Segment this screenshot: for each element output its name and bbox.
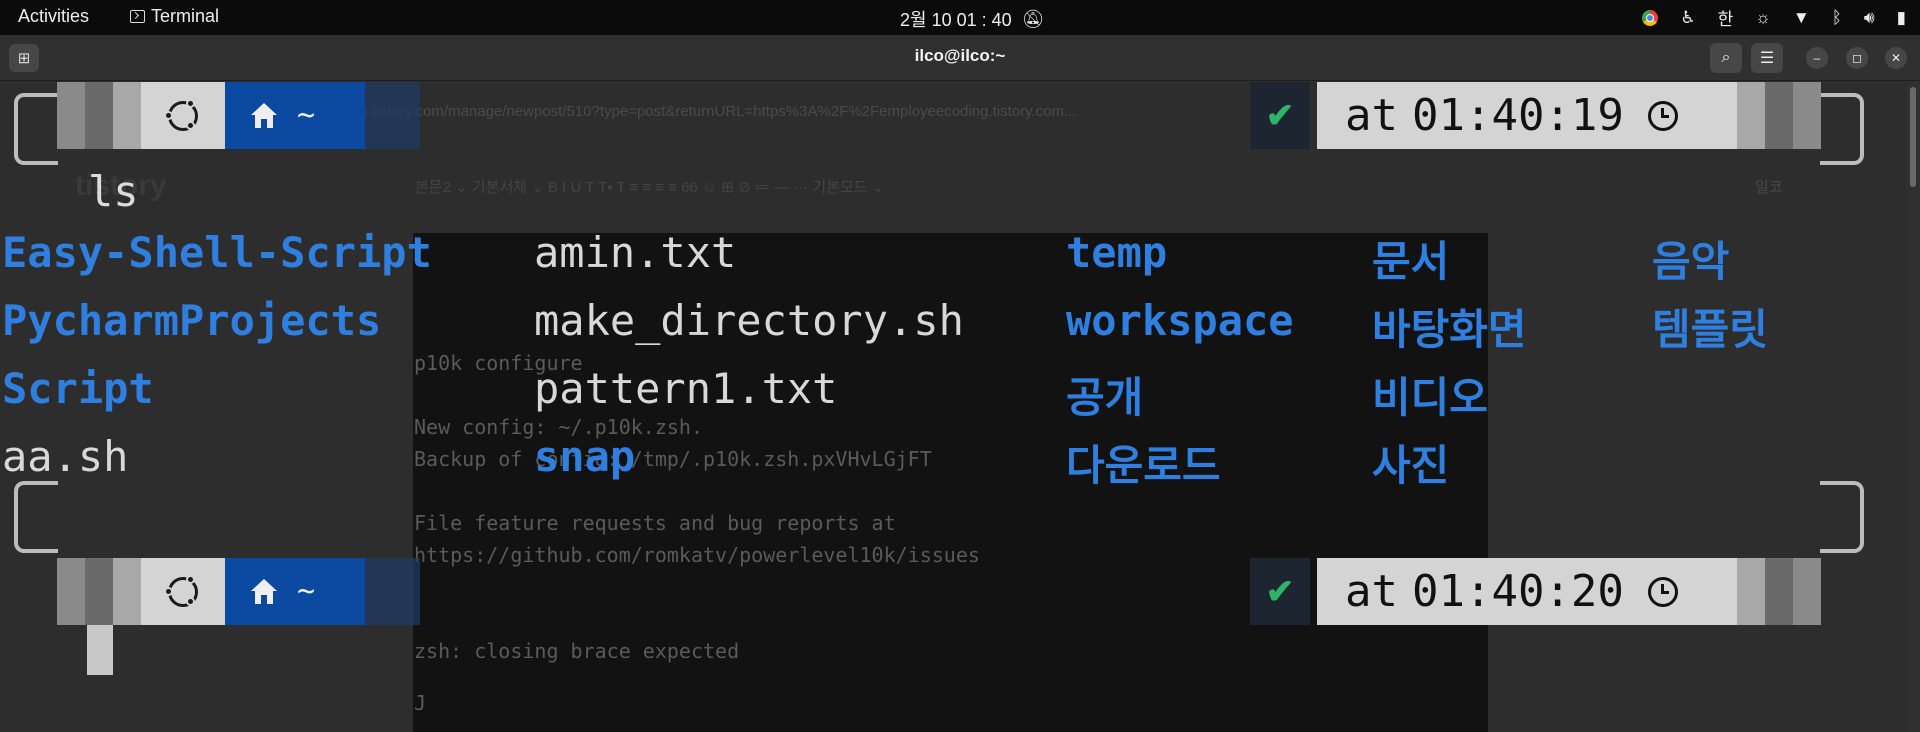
top-bar: Activities Terminal 2월 10 01 : 40 🔕︎ ♿︎ …	[0, 0, 1920, 35]
clock-icon	[1647, 100, 1678, 131]
list-item: snap	[534, 432, 636, 481]
os-segment	[141, 558, 225, 625]
search-button[interactable]: ⌕	[1710, 43, 1742, 73]
list-item: amin.txt	[534, 228, 737, 277]
directory-segment: ~	[225, 558, 365, 625]
close-icon: ✕	[1890, 51, 1902, 65]
background-line: File feature requests and bug reports at	[414, 511, 896, 535]
list-item: 문서	[1372, 237, 1450, 286]
search-icon: ⌕	[1721, 49, 1731, 66]
list-item: Easy-Shell-Script	[2, 228, 432, 277]
wifi-icon: ▼	[1792, 7, 1810, 27]
prompt-frame-right	[1820, 481, 1864, 553]
current-dir: ~	[297, 574, 316, 609]
terminal-body[interactable]: p.tistory.com/manage/newpost/510?type=po…	[0, 81, 1920, 732]
clock-icon	[1647, 576, 1678, 607]
clock[interactable]: 2월 10 01 : 40 🔕︎	[900, 6, 1045, 32]
status-ok: ✔	[1250, 558, 1310, 625]
terminal-headerbar: ⊞ ilco@ilco:~ ⌕ ☰ – ◻ ✕	[0, 35, 1920, 81]
list-item: 비디오	[1372, 373, 1488, 422]
list-item: 바탕화면	[1372, 305, 1527, 354]
list-item: 공개	[1066, 373, 1144, 422]
hamburger-icon: ☰	[1759, 50, 1775, 67]
brightness-icon: ☼	[1755, 7, 1771, 27]
background-line: Backup of config: /tmp/.p10k.zsh.pxVHvLG…	[414, 447, 932, 471]
time-prefix: at	[1345, 566, 1398, 617]
ubuntu-icon	[164, 98, 198, 131]
status-ok: ✔	[1250, 82, 1310, 149]
volume-icon: 🔊︎	[1863, 7, 1875, 27]
text-cursor	[87, 625, 113, 675]
list-item: 음악	[1652, 237, 1730, 286]
os-segment	[141, 82, 225, 149]
list-item: pattern1.txt	[534, 364, 838, 413]
prompt-frame-left	[14, 481, 58, 553]
background-user: 일코	[1755, 179, 1783, 196]
list-item: PycharmProjects	[2, 296, 382, 345]
accessibility-icon[interactable]: ♿︎	[1680, 8, 1695, 28]
prompt-bar: ~ ✔ at 01:40:20	[57, 558, 1821, 625]
minimize-button[interactable]: –	[1806, 47, 1828, 69]
input-method-indicator[interactable]: 한	[1718, 5, 1734, 30]
list-item: workspace	[1066, 296, 1294, 345]
window-title: ilco@ilco:~	[914, 46, 1006, 65]
home-icon	[249, 578, 279, 605]
directory-segment: ~	[225, 82, 365, 149]
prompt-frame-right	[1820, 93, 1864, 165]
scrollbar[interactable]	[1906, 81, 1920, 732]
activities-button[interactable]: Activities	[18, 6, 89, 27]
home-icon	[249, 102, 279, 129]
background-line: J	[414, 691, 427, 715]
list-item: Script	[2, 364, 154, 413]
prompt-bar: ~ ✔ at 01:40:19	[57, 82, 1821, 149]
background-toolbar: 본문2 ⌄ 기본서체 ⌄ B I U T T▪ T ≡ ≡ ≡ ≡ 66 ☺ ⊞…	[415, 179, 885, 196]
list-item: make_directory.sh	[534, 296, 964, 345]
prompt-time: 01:40:19	[1411, 90, 1624, 141]
time-prefix: at	[1345, 90, 1398, 141]
battery-icon: ▮	[1896, 7, 1906, 27]
list-item: 다운로드	[1066, 441, 1221, 490]
close-button[interactable]: ✕	[1885, 47, 1907, 69]
menu-button[interactable]: ☰	[1751, 43, 1783, 73]
list-item: aa.sh	[2, 432, 129, 481]
chrome-icon[interactable]	[1642, 9, 1659, 26]
bluetooth-icon: ᛒ	[1831, 7, 1842, 27]
ubuntu-icon	[164, 574, 198, 607]
terminal-icon	[130, 10, 145, 23]
maximize-button[interactable]: ◻	[1846, 47, 1868, 69]
system-tray[interactable]: ♿︎ 한 ☼ ▼ ᛒ 🔊︎ ▮	[1642, 5, 1906, 30]
notifications-off-icon: 🔕︎	[1021, 8, 1045, 29]
list-item: 템플릿	[1652, 305, 1768, 354]
clock-label: 2월 10 01 : 40	[900, 10, 1012, 30]
app-name: Terminal	[151, 6, 220, 26]
time-segment: at 01:40:20	[1317, 558, 1737, 625]
app-menu[interactable]: Terminal	[130, 6, 219, 27]
list-item: temp	[1066, 228, 1168, 277]
background-line: zsh: closing brace expected	[414, 639, 740, 663]
time-segment: at 01:40:19	[1317, 82, 1737, 149]
prompt-time: 01:40:20	[1411, 566, 1624, 617]
list-item: 사진	[1372, 441, 1450, 490]
prompt-frame-left	[14, 93, 58, 165]
current-dir: ~	[297, 98, 316, 133]
command-line: ls	[88, 167, 139, 216]
